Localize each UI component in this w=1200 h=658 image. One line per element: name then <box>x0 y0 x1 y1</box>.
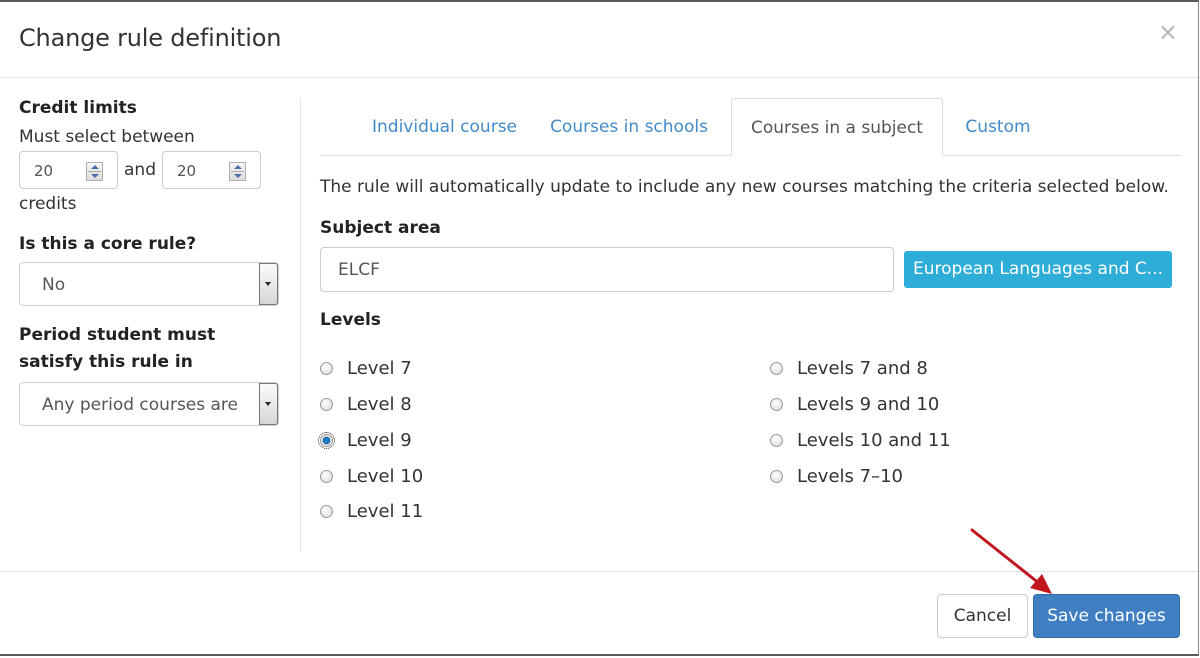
radio-level-8[interactable]: Level 8 <box>320 394 412 415</box>
radio-button[interactable] <box>320 470 333 483</box>
radio-levels-7-and-8[interactable]: Levels 7 and 8 <box>770 358 928 379</box>
radio-levels-9-and-10[interactable]: Levels 9 and 10 <box>770 394 939 415</box>
and-label: and <box>124 160 156 180</box>
tab-courses-in-schools[interactable]: Courses in schools <box>536 98 722 155</box>
min-credits-value: 20 <box>34 162 54 180</box>
tab-courses-in-a-subject[interactable]: Courses in a subject <box>731 98 943 156</box>
period-select[interactable]: Any period courses are <box>19 382 279 426</box>
credits-suffix: credits <box>19 194 77 214</box>
save-changes-button[interactable]: Save changes <box>1033 594 1180 638</box>
credit-limits-heading: Credit limits <box>19 98 137 118</box>
rule-info-text: The rule will automatically update to in… <box>320 177 1169 197</box>
radio-label: Level 10 <box>347 466 424 487</box>
radio-label: Level 8 <box>347 394 412 415</box>
radio-label: Levels 9 and 10 <box>797 394 940 415</box>
cancel-button[interactable]: Cancel <box>937 594 1028 638</box>
radio-label: Level 7 <box>347 358 412 379</box>
radio-label: Level 9 <box>347 430 412 451</box>
radio-button-checked[interactable] <box>318 432 335 449</box>
max-credits-stepper[interactable]: 20 <box>161 151 261 189</box>
radio-level-11[interactable]: Level 11 <box>320 501 423 522</box>
chevron-down-icon[interactable] <box>259 383 278 425</box>
rule-settings-panel: Credit limits Must select between 20 and… <box>19 98 281 426</box>
close-icon[interactable]: × <box>1158 20 1178 44</box>
radio-label: Levels 7 and 8 <box>797 358 928 379</box>
radio-level-9[interactable]: Level 9 <box>318 430 412 451</box>
credit-range: 20 and 20 <box>19 151 281 189</box>
radio-levels-10-and-11[interactable]: Levels 10 and 11 <box>770 430 951 451</box>
radio-button[interactable] <box>770 362 783 375</box>
radio-levels-7-10[interactable]: Levels 7–10 <box>770 466 903 487</box>
column-divider <box>300 98 301 552</box>
stepper-arrows-icon[interactable] <box>228 162 246 181</box>
radio-level-10[interactable]: Level 10 <box>320 466 423 487</box>
subject-name-button[interactable]: European Languages and C... <box>904 251 1172 288</box>
radio-button[interactable] <box>320 362 333 375</box>
radio-button[interactable] <box>320 505 333 518</box>
chevron-down-icon[interactable] <box>259 263 278 305</box>
subject-area-label: Subject area <box>320 218 441 238</box>
credit-limits-intro: Must select between <box>19 127 195 147</box>
radio-label: Levels 7–10 <box>797 466 903 487</box>
core-rule-select[interactable]: No <box>19 262 279 306</box>
dialog-title: Change rule definition <box>19 24 282 52</box>
radio-button[interactable] <box>770 434 783 447</box>
radio-label: Levels 10 and 11 <box>797 430 951 451</box>
radio-button[interactable] <box>770 470 783 483</box>
core-rule-value: No <box>42 275 66 295</box>
levels-label: Levels <box>320 310 381 330</box>
core-rule-label: Is this a core rule? <box>19 234 197 254</box>
radio-button[interactable] <box>770 398 783 411</box>
tab-custom[interactable]: Custom <box>948 98 1048 155</box>
dialog-header: Change rule definition × <box>0 2 1198 78</box>
stepper-arrows-icon[interactable] <box>86 162 103 181</box>
radio-label: Level 11 <box>347 501 424 522</box>
min-credits-stepper[interactable]: 20 <box>19 151 118 189</box>
subject-area-input[interactable]: ELCF <box>320 247 894 292</box>
change-rule-dialog: Change rule definition × Credit limits M… <box>0 0 1199 656</box>
radio-level-7[interactable]: Level 7 <box>320 358 412 379</box>
rule-type-tabs: Individual course Courses in schools Cou… <box>320 98 1180 156</box>
period-value: Any period courses are <box>42 395 239 415</box>
max-credits-value: 20 <box>176 162 197 180</box>
tab-individual-course[interactable]: Individual course <box>342 98 547 155</box>
radio-button[interactable] <box>320 398 333 411</box>
period-label: Period student must satisfy this rule in <box>19 325 216 372</box>
